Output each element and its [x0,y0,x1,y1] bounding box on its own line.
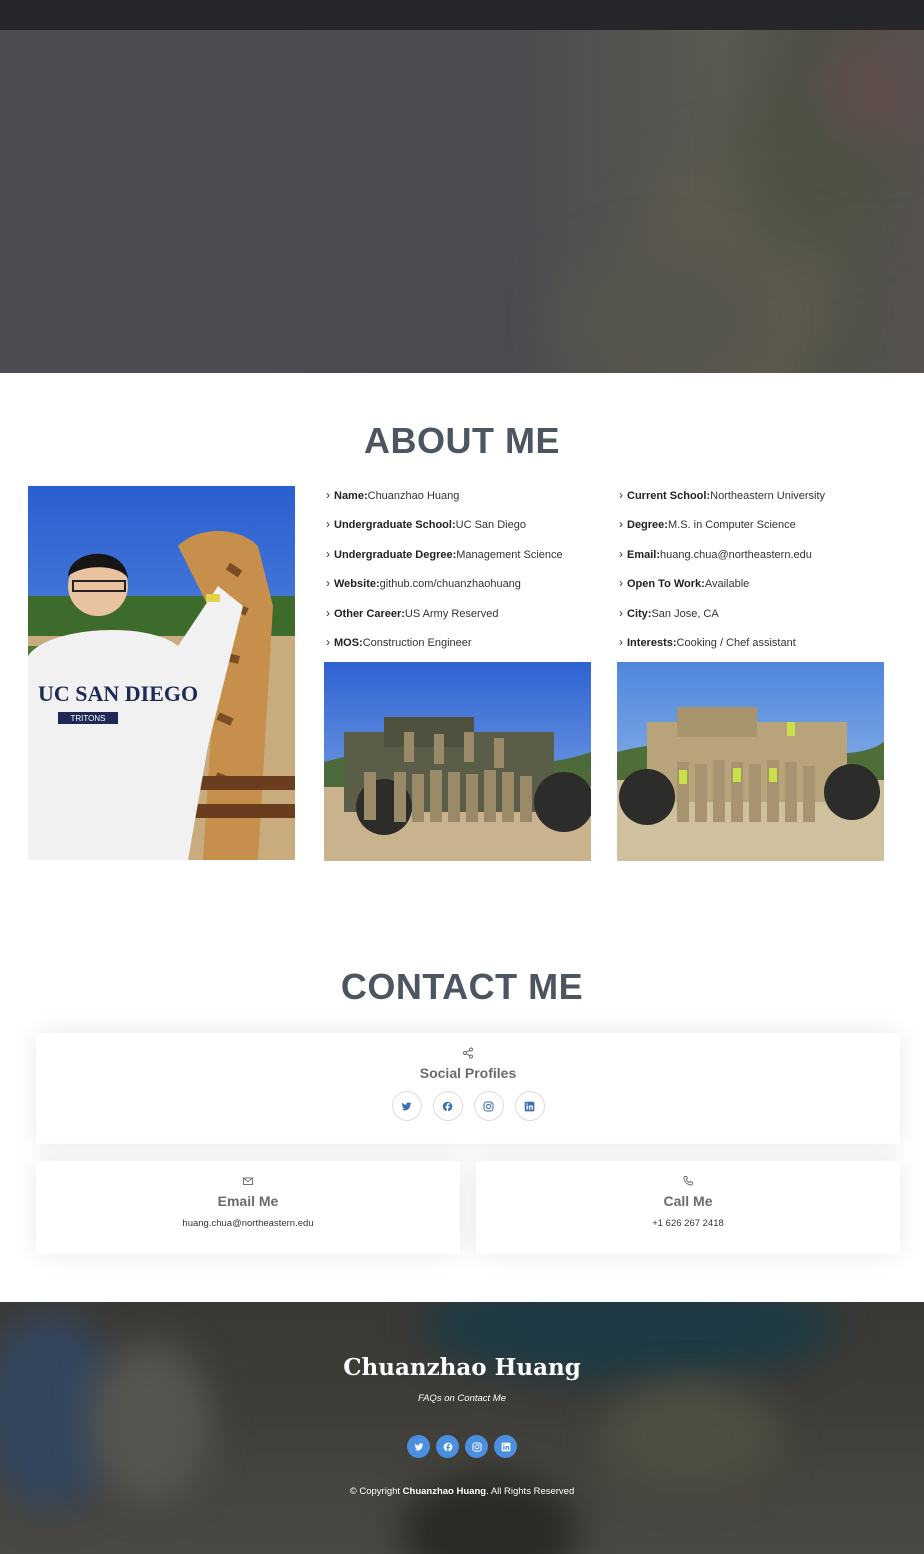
social-profiles-card: Social Profiles [36,1033,900,1144]
email-value[interactable]: huang.chua@northeastern.edu [36,1218,460,1229]
chevron-right-icon: › [326,488,330,502]
chevron-right-icon: › [326,634,330,649]
chevron-right-icon: › [619,634,623,649]
twitter-link[interactable] [391,1091,422,1121]
footer-twitter-link[interactable] [407,1435,430,1458]
chevron-right-icon: › [619,488,623,502]
footer-instagram-link[interactable] [465,1435,488,1458]
call-title: Call Me [663,1193,713,1209]
about-title: ABOUT ME [364,420,560,461]
hero-banner [0,30,924,373]
call-value[interactable]: +1 626 267 2418 [476,1218,900,1229]
sweatshirt-text: UC SAN DIEGO [38,681,198,706]
footer-faq[interactable]: FAQs on Contact Me [0,1393,924,1404]
footer-name: Chuanzhao Huang [343,1354,581,1381]
info-item: › MOS:Construction Engineer [326,634,472,649]
footer-copyright: © Copyright Chuanzhao Huang. All Rights … [349,1486,575,1497]
facebook-icon [443,1442,452,1452]
social-profiles-title: Social Profiles [419,1065,517,1081]
envelope-icon [243,1177,253,1185]
info-item: › Interests:Cooking / Chef assistant [619,634,796,649]
info-item: › Degree:M.S. in Computer Science [619,517,796,532]
instagram-link[interactable] [473,1091,504,1121]
share-icon [463,1047,473,1059]
footer-social-links [0,1435,924,1458]
instagram-icon [471,1441,482,1452]
footer: Chuanzhao Huang FAQs on Contact Me © Cop… [0,1302,924,1554]
army-photo-1 [324,662,591,861]
sweatshirt-subtext: TRITONS [71,714,106,723]
linkedin-link[interactable] [514,1091,545,1121]
info-item: › Current School:Northeastern University [619,488,826,502]
info-item: › City:San Jose, CA [619,605,719,620]
chevron-right-icon: › [619,517,623,532]
info-item: › Email:huang.chua@northeastern.edu [619,546,812,561]
info-item: › Website:github.com/chuanzhaohuang [326,576,521,591]
twitter-icon [414,1442,423,1451]
linkedin-icon [501,1442,510,1451]
linkedin-icon [524,1101,535,1111]
facebook-link[interactable] [432,1091,463,1121]
about-info-left: › Name:Chuanzhao Huang › Undergraduate Sch… [326,487,563,663]
social-links [36,1091,900,1121]
army-photo-2 [617,662,884,861]
chevron-right-icon: › [619,605,623,620]
chevron-right-icon: › [619,576,623,591]
call-card: Call Me +1 626 267 2418 [476,1161,900,1254]
chevron-right-icon: › [326,517,330,532]
twitter-icon [401,1101,412,1110]
info-item: › Name:Chuanzhao Huang [326,488,460,502]
info-item: › Open To Work:Available [619,576,750,591]
profile-photo: UC SAN DIEGO TRITONS [28,486,295,860]
contact-title: CONTACT ME [340,966,584,1007]
footer-linkedin-link[interactable] [494,1435,517,1458]
info-item: › Other Career:US Army Reserved [326,605,499,620]
info-item: › Undergraduate Degree:Management Science [326,546,563,561]
footer-facebook-link[interactable] [436,1435,459,1458]
email-card: Email Me huang.chua@northeastern.edu [36,1161,460,1254]
about-info-right: › Current School:Northeastern University … [619,487,825,663]
email-title: Email Me [217,1193,279,1209]
info-item: › Undergraduate School:UC San Diego [326,517,526,532]
instagram-icon [483,1101,494,1111]
chevron-right-icon: › [326,546,330,561]
chevron-right-icon: › [326,576,330,591]
top-navbar [0,0,924,30]
chevron-right-icon: › [326,605,330,620]
phone-icon [683,1176,693,1186]
chevron-right-icon: › [619,546,623,561]
facebook-icon [442,1101,453,1112]
